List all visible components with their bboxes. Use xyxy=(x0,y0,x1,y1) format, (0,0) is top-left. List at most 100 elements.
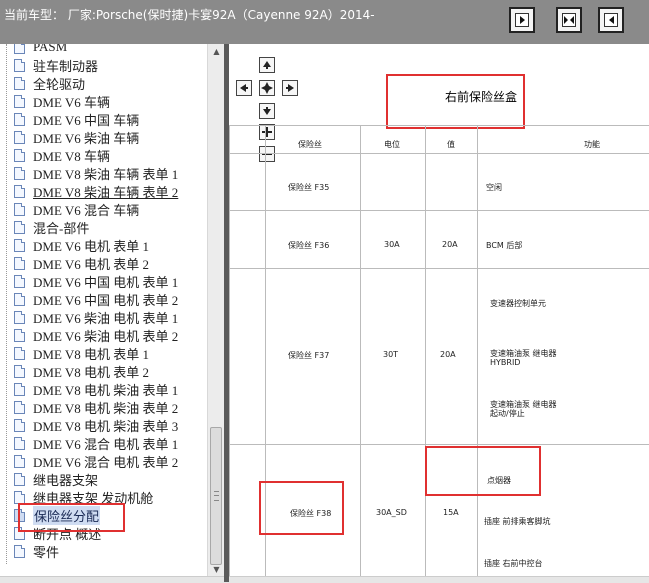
end-page-icon xyxy=(604,13,618,27)
document-icon xyxy=(14,44,25,54)
document-icon xyxy=(14,238,25,252)
table-grid-line xyxy=(229,444,649,445)
pan-center-icon xyxy=(261,82,273,94)
tree-item-label: DME V6 电机 表单 2 xyxy=(33,256,150,272)
header-fuse: 保险丝 xyxy=(298,140,322,149)
document-icon xyxy=(14,130,25,144)
tree-item-label: 全轮驱动 xyxy=(33,76,86,92)
row-potential-cell: 30A xyxy=(384,240,400,249)
tree-item[interactable]: DME V6 混合 电机 表单 1 xyxy=(14,434,178,452)
pan-up-button[interactable] xyxy=(259,57,275,73)
tree-item-label: DME V6 中国 车辆 xyxy=(33,112,140,128)
tree-item-label: DME V8 电机 柴油 表单 3 xyxy=(33,418,179,434)
row-value-cell: 15A xyxy=(443,508,459,517)
tree-item-label: DME V8 电机 柴油 表单 2 xyxy=(33,400,179,416)
tree-item-label: 驻车制动器 xyxy=(33,58,99,74)
end-page-button[interactable] xyxy=(598,7,624,33)
tree-item[interactable]: 混合-部件 xyxy=(14,218,89,236)
tree-item[interactable]: 驻车制动器 xyxy=(14,56,98,74)
table-grid-line xyxy=(229,153,649,154)
highlight-title-box xyxy=(386,74,525,129)
pan-up-icon xyxy=(263,61,271,69)
document-icon xyxy=(14,454,25,468)
header-value: 值 xyxy=(447,140,455,149)
table-grid-line xyxy=(477,125,478,576)
document-icon xyxy=(14,418,25,432)
tree-item[interactable]: DME V8 柴油 车辆 表单 2 xyxy=(14,182,178,200)
table-grid-line xyxy=(229,125,230,576)
row-potential-cell: 30T xyxy=(383,350,399,359)
tree-item[interactable]: DME V6 中国 电机 表单 1 xyxy=(14,272,178,290)
tree-item-label: DME V6 电机 表单 1 xyxy=(33,238,150,254)
tree-item[interactable]: DME V6 车辆 xyxy=(14,92,110,110)
highlight-fuse-f38-box xyxy=(259,481,344,535)
tree-item-label: DME V6 混合 电机 表单 1 xyxy=(33,436,179,452)
tree-item-label: DME V8 柴油 车辆 表单 1 xyxy=(33,166,179,182)
row-potential-cell: 30A_SD xyxy=(376,508,407,517)
tree-item[interactable]: DME V6 中国 车辆 xyxy=(14,110,139,128)
tree-item[interactable]: PASM xyxy=(14,44,67,56)
table-grid-line xyxy=(229,125,649,126)
tree-item[interactable]: DME V8 电机 柴油 表单 1 xyxy=(14,380,178,398)
document-icon xyxy=(14,166,25,180)
highlight-cigarette-lighter-box xyxy=(425,446,541,496)
pan-right-button[interactable] xyxy=(282,80,298,96)
tree-item-label: DME V8 车辆 xyxy=(33,148,111,164)
grip-icon xyxy=(214,491,219,501)
tree-item[interactable]: 全轮驱动 xyxy=(14,74,85,92)
document-icon xyxy=(14,274,25,288)
tree-item[interactable]: DME V8 电机 表单 1 xyxy=(14,344,149,362)
scroll-down-arrow-icon[interactable]: ▼ xyxy=(210,563,223,576)
pan-left-button[interactable] xyxy=(236,80,252,96)
tree-item[interactable]: DME V8 柴油 车辆 表单 1 xyxy=(14,164,178,182)
tree-item-label: DME V6 柴油 电机 表单 2 xyxy=(33,328,179,344)
tree-item[interactable]: 继电器支架 xyxy=(14,470,98,488)
title-bar: 当前车型： 厂家:Porsche(保时捷)卡宴92A（Cayenne 92A）2… xyxy=(0,0,649,44)
single-page-button[interactable] xyxy=(509,7,535,33)
table-grid-line xyxy=(360,125,361,576)
zoom-out-button[interactable] xyxy=(259,146,275,162)
document-icon xyxy=(14,382,25,396)
document-icon xyxy=(14,544,25,558)
tree-item[interactable]: DME V8 电机 柴油 表单 3 xyxy=(14,416,178,434)
row-function-cell: BCM 后部 xyxy=(486,241,523,250)
pan-right-icon xyxy=(286,84,294,92)
vehicle-title: 当前车型： 厂家:Porsche(保时捷)卡宴92A（Cayenne 92A）2… xyxy=(4,8,375,22)
tree-item-label: DME V6 中国 电机 表单 2 xyxy=(33,292,179,308)
tree-item[interactable]: 零件 xyxy=(14,542,59,560)
zoom-out-icon xyxy=(262,153,272,155)
pan-down-icon xyxy=(263,107,271,115)
pan-down-button[interactable] xyxy=(259,103,275,119)
zoom-in-icon xyxy=(262,127,272,137)
tree-item[interactable]: DME V8 电机 柴油 表单 2 xyxy=(14,398,178,416)
scroll-up-arrow-icon[interactable]: ▲ xyxy=(210,45,223,58)
tree-item[interactable]: DME V8 车辆 xyxy=(14,146,110,164)
tree-item[interactable]: DME V6 混合 车辆 xyxy=(14,200,139,218)
tree-item[interactable]: DME V8 电机 表单 2 xyxy=(14,362,149,380)
document-icon xyxy=(14,436,25,450)
tree-item[interactable]: DME V6 电机 表单 1 xyxy=(14,236,149,254)
document-icon xyxy=(14,220,25,234)
tree-item[interactable]: DME V6 柴油 电机 表单 2 xyxy=(14,326,178,344)
tree-item[interactable]: DME V6 混合 电机 表单 2 xyxy=(14,452,178,470)
dual-page-icon xyxy=(562,13,576,27)
row-function-cell: 插座 前排乘客脚坑 xyxy=(484,517,551,526)
tree-item-label: DME V6 混合 电机 表单 2 xyxy=(33,454,179,470)
tree-item-label: DME V8 电机 柴油 表单 1 xyxy=(33,382,179,398)
tree-item[interactable]: DME V6 电机 表单 2 xyxy=(14,254,149,272)
pan-center-button[interactable] xyxy=(259,80,275,96)
dual-page-button[interactable] xyxy=(556,7,582,33)
document-icon xyxy=(14,346,25,360)
tree-scrollbar[interactable]: ▲ ▼ xyxy=(207,44,225,576)
zoom-in-button[interactable] xyxy=(259,124,275,140)
tree-item[interactable]: DME V6 中国 电机 表单 2 xyxy=(14,290,178,308)
tree-item[interactable]: DME V6 柴油 车辆 xyxy=(14,128,139,146)
document-icon xyxy=(14,76,25,90)
tree-item-label: 继电器支架 xyxy=(33,472,99,488)
row-value-cell: 20A xyxy=(440,350,456,359)
tree-item-label: 零件 xyxy=(33,544,60,560)
document-icon xyxy=(14,400,25,414)
row-fuse-cell: 保险丝 F36 xyxy=(288,241,330,250)
tree-item[interactable]: DME V6 柴油 电机 表单 1 xyxy=(14,308,178,326)
scrollbar-thumb[interactable] xyxy=(210,427,222,565)
